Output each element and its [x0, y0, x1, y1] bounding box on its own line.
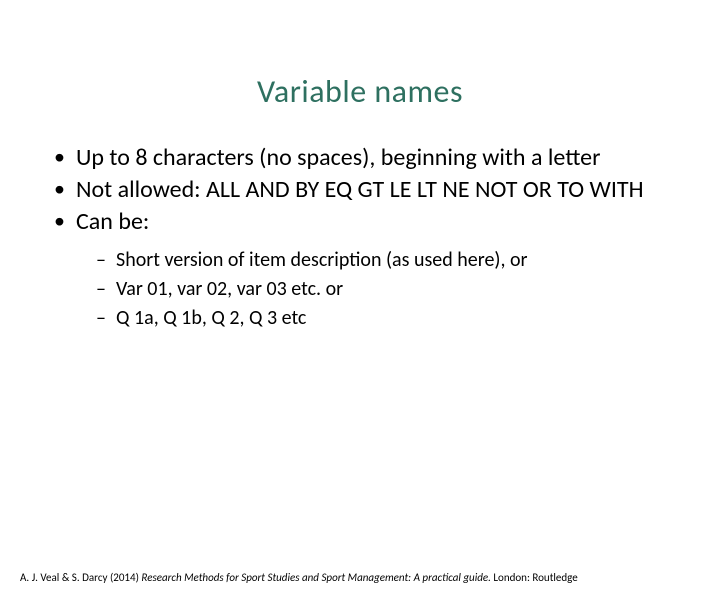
bullet-item: Up to 8 characters (no spaces), beginnin…	[52, 143, 680, 173]
footer-citation: A. J. Veal & S. Darcy (2014) Research Me…	[20, 571, 700, 584]
footer-authors: A. J. Veal & S. Darcy (2014)	[20, 571, 141, 584]
bullet-item: Can be: Short version of item descriptio…	[52, 207, 680, 332]
bullet-item: Not allowed: ALL AND BY EQ GT LE LT NE N…	[52, 175, 680, 205]
footer-publisher: London: Routledge	[493, 571, 577, 584]
slide: Variable names Up to 8 characters (no sp…	[0, 72, 720, 612]
sub-bullet-item: Short version of item description (as us…	[94, 247, 680, 274]
slide-title: Variable names	[0, 72, 720, 111]
slide-content: Up to 8 characters (no spaces), beginnin…	[0, 143, 720, 332]
sub-bullet-list: Short version of item description (as us…	[94, 247, 680, 332]
bullet-text: Can be:	[76, 207, 149, 236]
sub-bullet-item: Var 01, var 02, var 03 etc. or	[94, 276, 680, 303]
bullet-list: Up to 8 characters (no spaces), beginnin…	[52, 143, 680, 332]
sub-bullet-item: Q 1a, Q 1b, Q 2, Q 3 etc	[94, 305, 680, 332]
footer-title: Research Methods for Sport Studies and S…	[141, 571, 493, 584]
